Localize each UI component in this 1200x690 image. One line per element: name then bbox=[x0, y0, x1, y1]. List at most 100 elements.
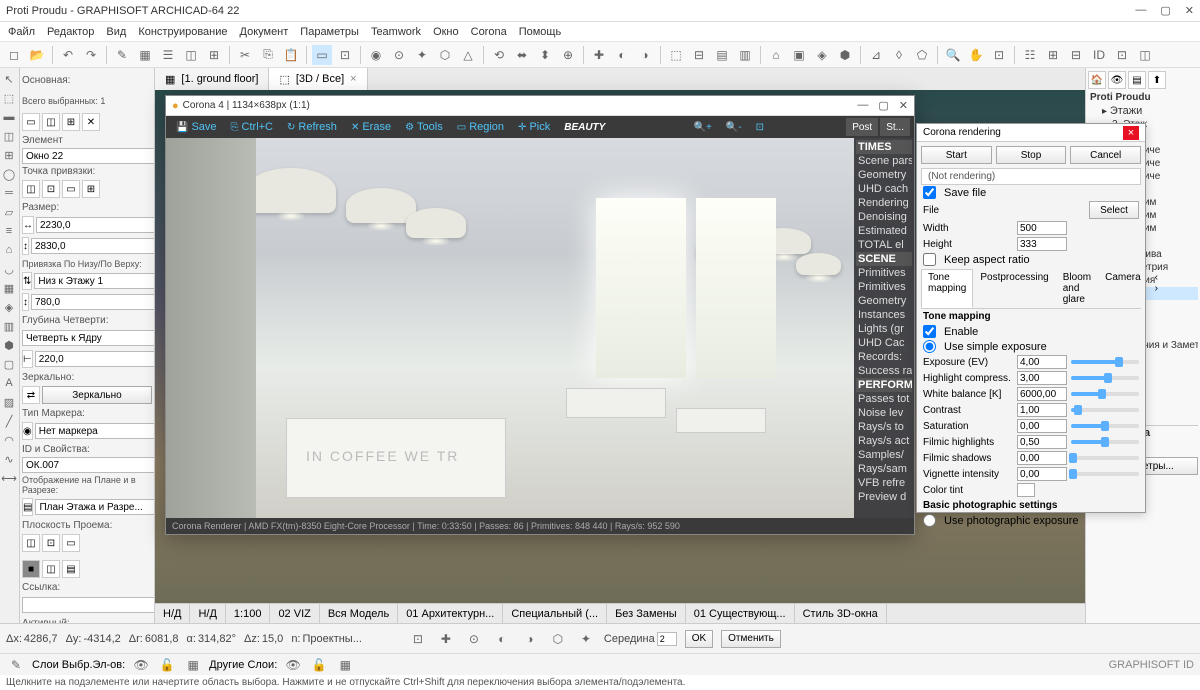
color-tint-swatch[interactable] bbox=[1017, 483, 1035, 497]
project-root[interactable]: Proti Proudu bbox=[1088, 91, 1198, 104]
tool-icon[interactable]: ✂ bbox=[235, 45, 255, 65]
zoom-out-icon[interactable]: 🔍- bbox=[720, 118, 748, 136]
marker-field[interactable] bbox=[35, 423, 155, 439]
snap-icon[interactable]: ◑ bbox=[520, 629, 540, 649]
menu-teamwork[interactable]: Teamwork bbox=[371, 26, 421, 38]
vfb-stats-button[interactable]: St... bbox=[880, 118, 910, 136]
vfb-render-viewport[interactable]: IN COFFEE WE TR TIMES Scene pars Geometr… bbox=[166, 138, 914, 518]
layer-icon[interactable]: 👁 bbox=[131, 655, 151, 675]
layer-icon[interactable]: ▦ bbox=[183, 655, 203, 675]
width-field[interactable] bbox=[36, 217, 155, 233]
tool-icon[interactable]: ⊡ bbox=[335, 45, 355, 65]
marquee-icon[interactable]: ⬚ bbox=[0, 89, 18, 107]
snap-icon[interactable]: ◐ bbox=[492, 629, 512, 649]
redo-icon[interactable]: ↷ bbox=[81, 45, 101, 65]
close-icon[interactable]: ✕ bbox=[899, 99, 908, 112]
tool-icon[interactable]: ⎘ bbox=[258, 45, 278, 65]
anchor-icon[interactable]: ⊡ bbox=[42, 180, 60, 198]
vb-item[interactable]: Н/Д bbox=[190, 604, 225, 623]
mesh-icon[interactable]: ▦ bbox=[0, 279, 18, 297]
param-field-4[interactable] bbox=[1017, 419, 1067, 433]
menu-corona[interactable]: Corona bbox=[471, 26, 507, 38]
param-field-7[interactable] bbox=[1017, 467, 1067, 481]
zone-icon[interactable]: ▢ bbox=[0, 355, 18, 373]
door-icon[interactable]: ◫ bbox=[0, 127, 18, 145]
object-icon[interactable]: ⬢ bbox=[0, 336, 18, 354]
tool-icon[interactable]: 📋 bbox=[281, 45, 301, 65]
marker-icon[interactable]: ◉ bbox=[22, 422, 33, 440]
tab-postprocessing[interactable]: Postprocessing bbox=[973, 269, 1055, 308]
select-file-button[interactable]: Select bbox=[1089, 201, 1139, 219]
tool-icon[interactable]: ⊡ bbox=[989, 45, 1009, 65]
vb-model-filter[interactable]: Вся Модель bbox=[320, 604, 398, 623]
mirror-button[interactable]: Зеркально bbox=[42, 386, 152, 404]
tool-icon[interactable]: ▤ bbox=[712, 45, 732, 65]
tool-icon[interactable]: 🔍 bbox=[943, 45, 963, 65]
new-icon[interactable]: ◻ bbox=[4, 45, 24, 65]
open-icon[interactable]: 📂 bbox=[27, 45, 47, 65]
vb-penset[interactable]: 01 Архитектурн... bbox=[398, 604, 503, 623]
tab-scroll-icon[interactable]: ‹ › bbox=[1148, 269, 1165, 308]
menu-edit[interactable]: Редактор bbox=[47, 26, 94, 38]
vb-item[interactable]: Н/Д bbox=[155, 604, 190, 623]
brand-label[interactable]: GRAPHISOFT ID bbox=[1109, 659, 1194, 671]
tool-icon[interactable]: △ bbox=[458, 45, 478, 65]
param-slider-3[interactable] bbox=[1071, 408, 1139, 412]
param-field-5[interactable] bbox=[1017, 435, 1067, 449]
tool-icon[interactable]: ⌂ bbox=[766, 45, 786, 65]
plane-icon[interactable]: ⊡ bbox=[42, 534, 60, 552]
menu-help[interactable]: Помощь bbox=[519, 26, 562, 38]
vfb-post-button[interactable]: Post bbox=[846, 118, 878, 136]
tool-icon[interactable]: ◫ bbox=[1135, 45, 1155, 65]
cancel-button[interactable]: Отменить bbox=[721, 630, 781, 648]
param-field-3[interactable] bbox=[1017, 403, 1067, 417]
depth-value-field[interactable] bbox=[35, 351, 155, 367]
cancel-sel-icon[interactable]: ✕ bbox=[82, 113, 100, 131]
tab-tone-mapping[interactable]: Tone mapping bbox=[921, 269, 973, 308]
swatch-icon[interactable]: ▤ bbox=[62, 560, 80, 578]
save-file-checkbox[interactable] bbox=[923, 186, 936, 199]
param-field-1[interactable] bbox=[1017, 371, 1067, 385]
menu-design[interactable]: Конструирование bbox=[138, 26, 227, 38]
cancel-render-button[interactable]: Cancel bbox=[1070, 146, 1141, 164]
tool-icon[interactable]: ✚ bbox=[589, 45, 609, 65]
vb-layer-combo[interactable]: 02 VIZ bbox=[270, 604, 319, 623]
close-icon[interactable]: ✕ bbox=[1185, 4, 1194, 17]
vb-3dstyle[interactable]: Стиль 3D-окна bbox=[795, 604, 887, 623]
tool-icon[interactable]: ⊟ bbox=[1066, 45, 1086, 65]
undo-icon[interactable]: ↶ bbox=[58, 45, 78, 65]
stair-icon[interactable]: ≡ bbox=[0, 222, 18, 240]
tool-icon[interactable]: ⬢ bbox=[835, 45, 855, 65]
photo-exposure-radio[interactable] bbox=[923, 514, 936, 527]
tool-icon[interactable]: ⬡ bbox=[435, 45, 455, 65]
layer-icon[interactable]: ✎ bbox=[6, 655, 26, 675]
curtain-icon[interactable]: ▥ bbox=[0, 317, 18, 335]
param-slider-6[interactable] bbox=[1071, 456, 1139, 460]
nav-pub-icon[interactable]: ⬆ bbox=[1148, 71, 1166, 89]
tool-icon[interactable]: ⬠ bbox=[912, 45, 932, 65]
snap-icon[interactable]: ✚ bbox=[436, 629, 456, 649]
height-field[interactable] bbox=[31, 238, 155, 254]
menu-view[interactable]: Вид bbox=[106, 26, 126, 38]
tree-item[interactable]: ▸ Этажи bbox=[1100, 104, 1198, 118]
tool-icon[interactable]: ◊ bbox=[889, 45, 909, 65]
tool-icon[interactable]: ⬌ bbox=[512, 45, 532, 65]
snap-icon[interactable]: ⊙ bbox=[464, 629, 484, 649]
keep-ratio-checkbox[interactable] bbox=[923, 253, 936, 266]
select-icon[interactable]: ▭ bbox=[312, 45, 332, 65]
vfb-tools-button[interactable]: ⚙ Tools bbox=[399, 118, 449, 136]
vfb-copy-button[interactable]: ⎘ Ctrl+C bbox=[225, 118, 279, 136]
vb-special[interactable]: Специальный (... bbox=[503, 604, 607, 623]
tool-icon[interactable]: ⊞ bbox=[1043, 45, 1063, 65]
param-field-6[interactable] bbox=[1017, 451, 1067, 465]
floor-link-field[interactable] bbox=[34, 273, 155, 289]
line-icon[interactable]: ╱ bbox=[0, 412, 18, 430]
param-slider-5[interactable] bbox=[1071, 440, 1139, 444]
vfb-region-button[interactable]: ▭ Region bbox=[451, 118, 510, 136]
geom-variant-icon[interactable]: ⊞ bbox=[62, 113, 80, 131]
vfb-titlebar[interactable]: ● Corona 4 | 1134×638px (1:1) — ▢ ✕ bbox=[166, 96, 914, 116]
anchor-icon[interactable]: ◫ bbox=[22, 180, 40, 198]
layer-icon[interactable]: 🔓 bbox=[309, 655, 329, 675]
text-icon[interactable]: A bbox=[0, 374, 18, 392]
tool-icon[interactable]: ◈ bbox=[812, 45, 832, 65]
